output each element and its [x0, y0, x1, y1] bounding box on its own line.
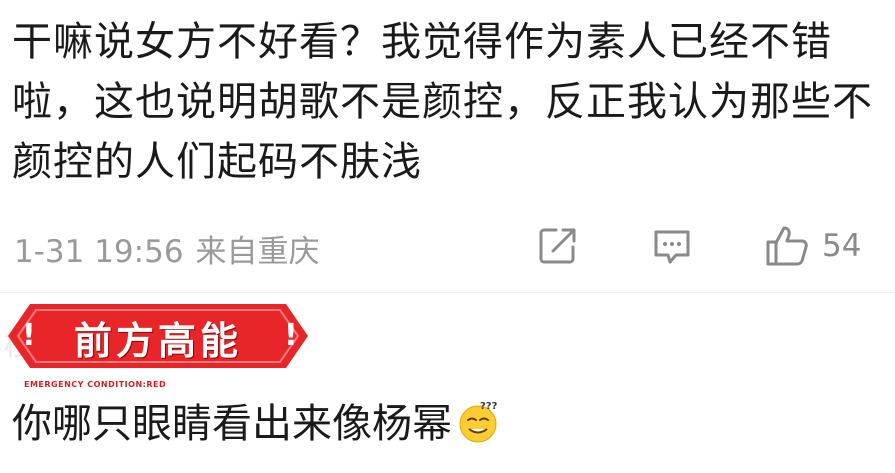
comment-meta-row: 1-31 19:56 来自重庆 54: [12, 222, 883, 270]
svg-text:???: ???: [480, 401, 498, 412]
share-button[interactable]: [536, 222, 580, 270]
reply-text-row: 你哪只眼睛看出来像杨幂 ???: [12, 396, 500, 452]
comment-divider: [0, 292, 895, 293]
comment-meta-info: 1-31 19:56 来自重庆: [14, 226, 332, 271]
share-icon: [539, 228, 576, 264]
badge-title: 前方高能: [73, 319, 242, 363]
like-button[interactable]: 54: [764, 222, 861, 270]
badge-subtitle: EMERGENCY CONDITION:RED: [24, 380, 167, 389]
comment-timestamp: 1-31 19:56: [14, 234, 184, 270]
like-count: 54: [822, 228, 862, 264]
thumbs-up-icon: [766, 226, 808, 266]
badge-right-mark: !: [284, 318, 298, 353]
reply-text: 你哪只眼睛看出来像杨幂: [12, 401, 452, 447]
comment-location: 来自重庆: [195, 234, 320, 270]
reply-header: 楼主 台 ! 前方高能 ! EMERGENCY CONDITION:RED: [0, 298, 330, 394]
comment-text: 干嘛说女方不好看？我觉得作为素人已经不错啦，这也说明胡歌不是颜控，反正我认为那些…: [12, 19, 873, 185]
comment-icon: [654, 230, 690, 264]
warning-badge: ! 前方高能 !: [8, 304, 308, 368]
thinking-emoji: ???: [459, 401, 498, 443]
comment-button[interactable]: [650, 222, 694, 270]
